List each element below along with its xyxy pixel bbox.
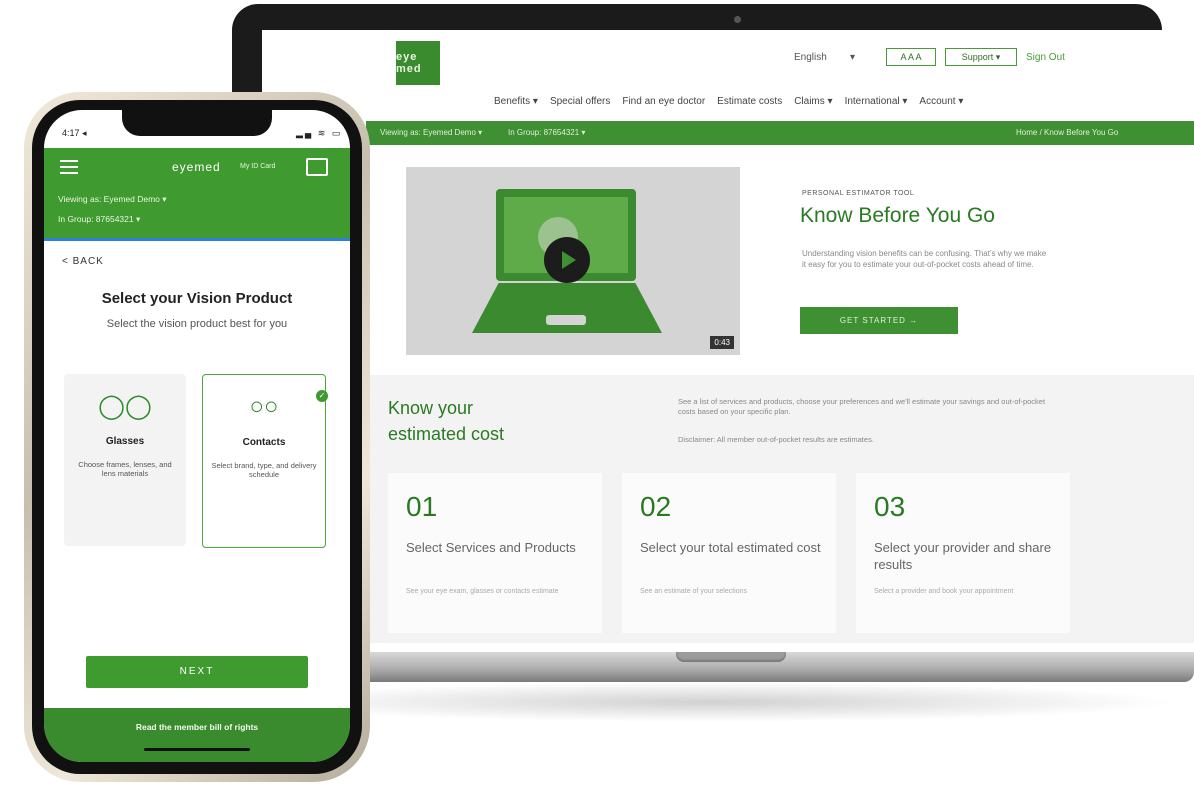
nav-account[interactable]: Account ▾: [919, 96, 963, 107]
viewing-as-dropdown[interactable]: Viewing as: Eyemed Demo ▾: [380, 128, 482, 137]
video-thumbnail-keyboard: [472, 283, 662, 333]
step-title: Select your total estimated cost: [640, 540, 821, 555]
section-description: See a list of services and products, cho…: [678, 397, 1046, 416]
video-player[interactable]: 0:43: [406, 167, 740, 355]
step-number: 02: [640, 491, 672, 522]
text-size-button[interactable]: A A A: [886, 48, 936, 66]
main-nav: Benefits ▾ Special offers Find an eye do…: [494, 96, 963, 107]
laptop-camera: [734, 16, 741, 23]
step-title: Select your provider and share results: [874, 540, 1052, 572]
website-screen: eye med English ▾ A A A Support ▾ Sign O…: [262, 30, 1194, 660]
hero-description: Understanding vision benefits can be con…: [802, 249, 1047, 269]
step-card: 01 Select Services and Products See your…: [388, 473, 602, 633]
option-description: Choose frames, lenses, and lens material…: [78, 460, 172, 478]
page-title: Select your Vision Product: [101, 290, 293, 307]
laptop-shadow: [240, 682, 1180, 722]
app-footer: Read the member bill of rights: [44, 708, 350, 762]
next-button[interactable]: NEXT: [86, 656, 308, 688]
nav-find-eye-doctor[interactable]: Find an eye doctor: [622, 96, 705, 107]
trackpad-shape: [546, 315, 586, 325]
glasses-icon: ◯◯: [98, 393, 152, 420]
hamburger-menu-icon[interactable]: [60, 160, 78, 174]
breadcrumb[interactable]: Home / Know Before You Go: [1016, 128, 1118, 137]
contacts-option-card[interactable]: ○○ Contacts Select brand, type, and deli…: [202, 374, 326, 548]
chevron-down-icon[interactable]: ▾: [850, 52, 855, 63]
nav-international[interactable]: International ▾: [845, 96, 908, 107]
video-duration: 0:43: [710, 336, 734, 349]
language-select[interactable]: English: [794, 52, 827, 63]
nav-estimate-costs[interactable]: Estimate costs: [717, 96, 782, 107]
hero-eyebrow: PERSONAL ESTIMATOR TOOL: [802, 190, 915, 197]
laptop-opening-notch: [676, 652, 786, 662]
nav-special-offers[interactable]: Special offers: [550, 96, 610, 107]
get-started-button[interactable]: GET STARTED →: [800, 307, 958, 334]
home-indicator[interactable]: [144, 748, 250, 751]
eyemed-logo[interactable]: eye med: [396, 41, 440, 85]
step-card: 03 Select your provider and share result…: [856, 473, 1070, 633]
selected-check-icon: ✓: [316, 390, 328, 402]
bill-of-rights-link[interactable]: Read the member bill of rights: [44, 722, 350, 732]
option-title: Contacts: [242, 437, 286, 448]
step-description: See your eye exam, glasses or contacts e…: [406, 588, 559, 595]
group-dropdown[interactable]: In Group: 87654321 ▾: [58, 214, 140, 225]
section-title: Know your estimated cost: [388, 398, 505, 444]
step-number: 01: [406, 491, 438, 522]
nav-claims[interactable]: Claims ▾: [794, 96, 832, 107]
header-accent-stripe: [44, 238, 350, 241]
id-card-link[interactable]: My ID Card: [240, 163, 275, 170]
phone-screen: 4:17 ◂ ▂▄ ≋ ▭ eyemed My ID Card Viewing …: [44, 110, 350, 762]
nav-benefits[interactable]: Benefits ▾: [494, 96, 538, 107]
disclaimer: Disclaimer: All member out-of-pocket res…: [678, 435, 874, 444]
step-title: Select Services and Products: [406, 540, 576, 555]
app-header: eyemed My ID Card Viewing as: Eyemed Dem…: [44, 148, 350, 238]
back-button[interactable]: < BACK: [62, 256, 104, 267]
step-description: See an estimate of your selections: [640, 588, 748, 595]
viewing-as-dropdown[interactable]: Viewing as: Eyemed Demo ▾: [58, 194, 167, 205]
phone-notch: [122, 110, 272, 136]
status-icons: ▂▄ ≋ ▭: [296, 128, 343, 138]
step-number: 03: [874, 491, 906, 522]
support-dropdown[interactable]: Support ▾: [945, 48, 1017, 66]
step-card: 02 Select your total estimated cost See …: [622, 473, 836, 633]
id-card-icon[interactable]: [306, 158, 328, 176]
sign-out-link[interactable]: Sign Out: [1026, 52, 1065, 63]
group-dropdown[interactable]: In Group: 87654321 ▾: [508, 128, 585, 137]
page-title: Know Before You Go: [800, 204, 995, 227]
glasses-option-card[interactable]: ◯◯ Glasses Choose frames, lenses, and le…: [64, 374, 186, 546]
estimated-cost-section: Know your estimated cost See a list of s…: [366, 375, 1194, 643]
status-time: 4:17 ◂: [62, 128, 87, 138]
page-subtitle: Select the vision product best for you: [106, 318, 288, 330]
contacts-icon: ○○: [249, 393, 279, 420]
option-description: Select brand, type, and delivery schedul…: [211, 461, 317, 479]
option-title: Glasses: [105, 436, 145, 447]
play-icon[interactable]: [544, 237, 590, 283]
step-description: Select a provider and book your appointm…: [874, 588, 1014, 595]
app-logo: eyemed: [172, 160, 221, 174]
context-bar: Viewing as: Eyemed Demo ▾ In Group: 8765…: [366, 121, 1194, 145]
